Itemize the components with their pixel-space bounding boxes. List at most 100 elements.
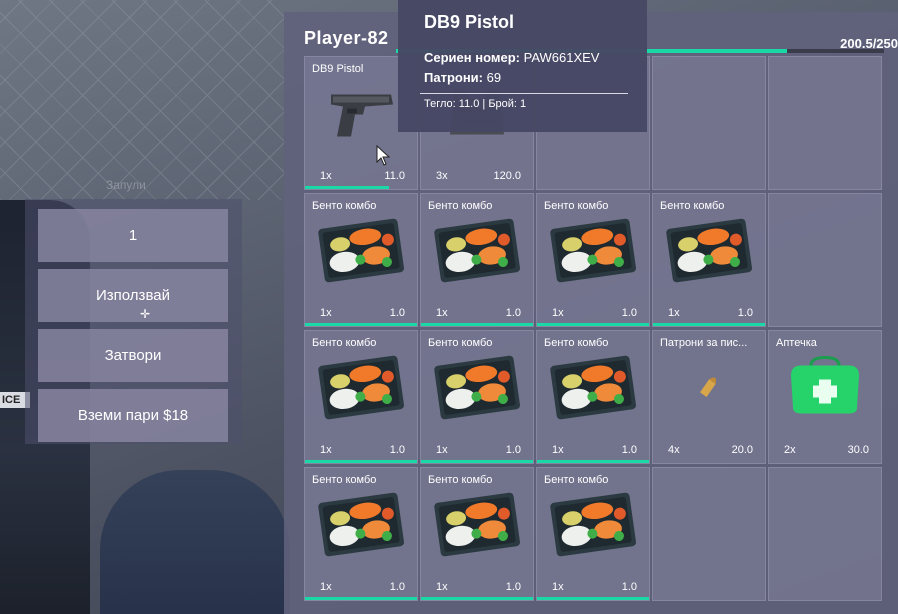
slot-weight: 1.0: [505, 307, 521, 319]
slot-durability-bar: [305, 597, 417, 600]
slot-item-name: Бенто комбо: [428, 337, 493, 349]
slot-quantity: 1x: [436, 581, 448, 593]
inventory-slot[interactable]: Аптечка 2x 30.0: [768, 330, 882, 464]
background-person: [100, 470, 290, 614]
tooltip-divider: [420, 93, 628, 94]
slot-item-name: Бенто комбо: [312, 474, 377, 486]
pistol-icon: [325, 85, 397, 146]
slot-durability-bar: [537, 460, 649, 463]
inventory-slot[interactable]: [768, 193, 882, 327]
slot-weight: 1.0: [389, 307, 405, 319]
slot-durability-bar: [537, 597, 649, 600]
slot-weight: 1.0: [505, 581, 521, 593]
inventory-slot[interactable]: Бенто комбо 1x 1.0: [304, 193, 418, 327]
tooltip-title: DB9 Pistol: [424, 12, 515, 32]
bento-icon: [431, 351, 523, 428]
slot-quantity: 1x: [552, 581, 564, 593]
slot-durability-bar: [421, 597, 533, 600]
inventory-slot[interactable]: Патрони за пис... 4x 20.0: [652, 330, 766, 464]
background-fence: [0, 0, 290, 200]
slot-quantity: 1x: [320, 444, 332, 456]
tooltip-serial-value: PAW661XEV: [523, 50, 600, 65]
bento-icon: [315, 214, 407, 291]
inventory-slot[interactable]: Бенто комбо 1x 1.0: [420, 467, 534, 601]
slot-durability-bar: [305, 460, 417, 463]
inventory-slot[interactable]: Бенто комбо 1x 1.0: [420, 330, 534, 464]
slot-quantity: 1x: [436, 444, 448, 456]
inventory-slot[interactable]: Бенто комбо 1x 1.0: [652, 193, 766, 327]
slot-durability-bar: [305, 186, 389, 189]
player-name: Player-82: [304, 28, 389, 48]
slot-quantity: 3x: [436, 170, 448, 182]
bento-icon: [315, 351, 407, 428]
slot-item-name: Бенто комбо: [312, 337, 377, 349]
close-button[interactable]: Затвори: [38, 329, 228, 382]
inventory-slot[interactable]: [768, 467, 882, 601]
slot-durability-bar: [421, 460, 533, 463]
bento-icon: [431, 214, 523, 291]
mouse-pointer-icon: [376, 145, 391, 166]
bento-icon: [431, 488, 523, 565]
slot-quantity: 1x: [320, 170, 332, 182]
slot-durability-bar: [421, 323, 533, 326]
inventory-slot[interactable]: [768, 56, 882, 190]
slot-durability-bar: [537, 323, 649, 326]
slot-quantity: 1x: [320, 307, 332, 319]
bento-icon: [547, 214, 639, 291]
slot-weight: 11.0: [384, 170, 405, 182]
slot-item-name: Бенто комбо: [544, 337, 609, 349]
slot-quantity: 1x: [668, 307, 680, 319]
action-menu: 1 Използвай Затвори Вземи пари $18: [25, 199, 242, 444]
slot-item-name: DB9 Pistol: [312, 63, 364, 75]
slot-weight: 1.0: [621, 444, 637, 456]
slot-weight: 1.0: [389, 444, 405, 456]
tooltip-footer: Тегло: 11.0 | Брой: 1: [424, 98, 527, 110]
inventory-slot[interactable]: [652, 56, 766, 190]
background-text: Запули: [106, 178, 146, 192]
slot-weight: 120.0: [493, 170, 521, 182]
slot-item-name: Бенто комбо: [544, 200, 609, 212]
tooltip-ammo-value: 69: [486, 70, 502, 85]
slot-item-name: Бенто комбо: [544, 474, 609, 486]
item-tooltip: DB9 Pistol Сериен номер: PAW661XEV Патро…: [398, 0, 647, 132]
slot-item-name: Бенто комбо: [312, 200, 377, 212]
tooltip-serial-label: Сериен номер:: [424, 50, 520, 65]
inventory-slot[interactable]: Бенто комбо 1x 1.0: [536, 193, 650, 327]
slot-durability-bar: [653, 323, 765, 326]
bento-icon: [663, 214, 755, 291]
slot-weight: 1.0: [621, 581, 637, 593]
slot-quantity: 2x: [784, 444, 796, 456]
use-button[interactable]: Използвай: [38, 269, 228, 322]
slot-weight: 1.0: [505, 444, 521, 456]
slot-weight: 30.0: [847, 444, 869, 456]
slot-durability-bar: [305, 323, 417, 326]
slot-quantity: 4x: [668, 444, 680, 456]
tooltip-serial: Сериен номер: PAW661XEV: [424, 50, 599, 65]
inventory-slot[interactable]: Бенто комбо 1x 1.0: [304, 330, 418, 464]
slot-quantity: 1x: [436, 307, 448, 319]
inventory-slot[interactable]: Бенто комбо 1x 1.0: [536, 467, 650, 601]
inventory-slot[interactable]: Бенто комбо 1x 1.0: [304, 467, 418, 601]
ammo-bullet-icon: [694, 372, 724, 407]
slot-weight: 20.0: [731, 444, 753, 456]
first-aid-kit-icon: [785, 354, 865, 425]
slot-weight: 1.0: [389, 581, 405, 593]
slot-weight: 1.0: [737, 307, 753, 319]
amount-input[interactable]: 1: [38, 209, 228, 262]
inventory-slot[interactable]: Бенто комбо 1x 1.0: [420, 193, 534, 327]
bento-icon: [547, 488, 639, 565]
take-money-button[interactable]: Вземи пари $18: [38, 389, 228, 442]
slot-quantity: 1x: [552, 307, 564, 319]
inventory-slot[interactable]: [652, 467, 766, 601]
slot-item-name: Бенто комбо: [428, 474, 493, 486]
slot-item-name: Аптечка: [776, 337, 817, 349]
slot-item-name: Бенто комбо: [660, 200, 725, 212]
crosshair-cursor-icon: ✛: [140, 307, 151, 321]
inventory-slot[interactable]: Бенто комбо 1x 1.0: [536, 330, 650, 464]
slot-item-name: Бенто комбо: [428, 200, 493, 212]
slot-weight: 1.0: [621, 307, 637, 319]
bento-icon: [315, 488, 407, 565]
slot-item-name: Патрони за пис...: [660, 337, 748, 349]
slot-quantity: 1x: [320, 581, 332, 593]
bento-icon: [547, 351, 639, 428]
